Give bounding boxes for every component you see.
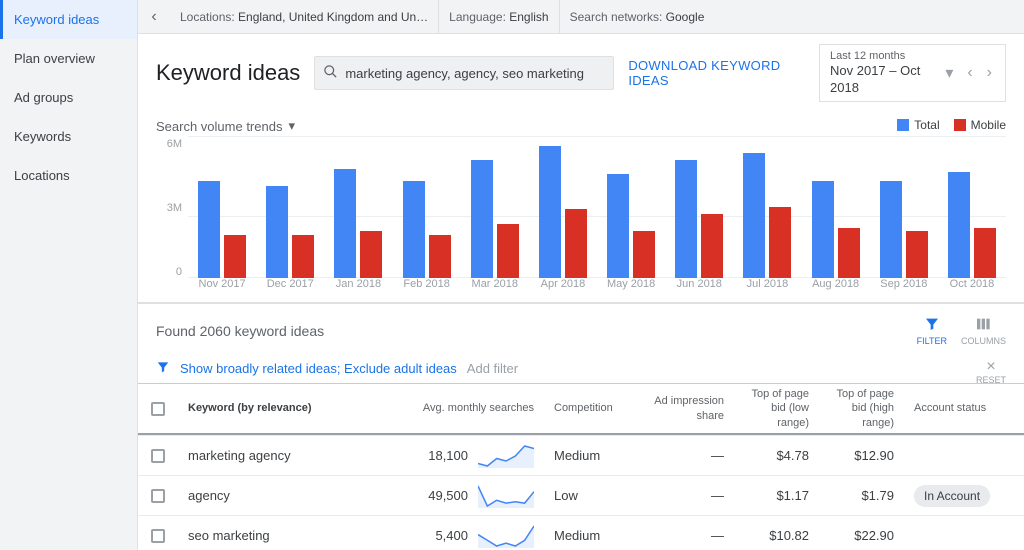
cell-avg-monthly-searches: 49,500 <box>394 484 544 508</box>
cell-keyword: marketing agency <box>178 448 394 463</box>
col-avg-monthly-searches[interactable]: Avg. monthly searches <box>394 401 544 415</box>
col-impression-share[interactable]: Ad impression share <box>634 394 734 423</box>
caret-down-icon: ▾ <box>288 118 295 134</box>
search-icon <box>315 64 345 83</box>
sidebar-item-plan-overview[interactable]: Plan overview <box>0 39 137 78</box>
cell-competition: Medium <box>544 448 634 463</box>
funnel-icon <box>156 360 170 377</box>
networks-value: Google <box>666 10 705 24</box>
cell-competition: Low <box>544 488 634 503</box>
close-icon: × <box>976 359 1006 375</box>
results-count-text: Found 2060 keyword ideas <box>156 323 324 339</box>
col-bid-high[interactable]: Top of page bid (high range) <box>819 387 904 430</box>
cell-bid-low: $1.17 <box>734 488 819 503</box>
download-keyword-ideas-button[interactable]: DOWNLOAD KEYWORD IDEAS <box>628 58 805 88</box>
table-header-row: Keyword (by relevance) Avg. monthly sear… <box>138 383 1024 435</box>
locations-label: Locations: <box>180 10 235 24</box>
chart-y-axis: 6M3M0 <box>156 136 188 296</box>
cell-impression-share: — <box>634 488 734 503</box>
cell-keyword: agency <box>178 488 394 503</box>
add-filter-button[interactable]: Add filter <box>467 361 518 376</box>
date-range-value: Nov 2017 – Oct 2018 <box>830 63 934 97</box>
columns-label: COLUMNS <box>961 336 1006 346</box>
page-header: Keyword ideas DOWNLOAD KEYWORD IDEAS Las… <box>138 34 1024 112</box>
columns-button[interactable]: COLUMNS <box>961 316 1006 346</box>
table-row[interactable]: agency49,500Low—$1.17$1.79 In Account <box>138 475 1024 515</box>
sidebar: Keyword ideasPlan overviewAd groupsKeywo… <box>0 0 138 550</box>
table-row[interactable]: seo marketing5,400Medium—$10.82$22.90 <box>138 515 1024 550</box>
locations-value: England, United Kingdom and Un… <box>238 10 428 24</box>
cell-bid-high: $22.90 <box>819 528 904 543</box>
table-row[interactable]: marketing agency18,100Medium—$4.78$12.90 <box>138 435 1024 475</box>
col-keyword[interactable]: Keyword (by relevance) <box>178 401 394 415</box>
page-title: Keyword ideas <box>156 60 300 86</box>
language-crumb[interactable]: Language: English <box>439 0 559 34</box>
legend-mobile: Mobile <box>971 118 1006 132</box>
cell-avg-monthly-searches: 18,100 <box>394 444 544 468</box>
cell-impression-share: — <box>634 528 734 543</box>
sidebar-item-ad-groups[interactable]: Ad groups <box>0 78 137 117</box>
date-range-label: Last 12 months <box>830 49 934 63</box>
networks-label: Search networks: <box>570 10 663 24</box>
trends-label: Search volume trends <box>156 119 282 134</box>
date-prev-icon[interactable]: ‹ <box>964 64 975 82</box>
filter-chip[interactable]: Show broadly related ideas; Exclude adul… <box>180 361 457 376</box>
cell-bid-low: $4.78 <box>734 448 819 463</box>
funnel-icon <box>917 316 947 336</box>
cell-bid-low: $10.82 <box>734 528 819 543</box>
date-range-picker[interactable]: Last 12 months Nov 2017 – Oct 2018 ▾ ‹ › <box>819 44 1006 102</box>
cell-competition: Medium <box>544 528 634 543</box>
date-next-icon[interactable]: › <box>984 64 995 82</box>
row-checkbox[interactable] <box>151 449 165 463</box>
select-all-checkbox[interactable] <box>151 402 165 416</box>
back-chevron-icon[interactable]: ‹ <box>138 8 170 26</box>
row-checkbox[interactable] <box>151 529 165 543</box>
sidebar-item-keyword-ideas[interactable]: Keyword ideas <box>0 0 137 39</box>
row-checkbox[interactable] <box>151 489 165 503</box>
keyword-search-box[interactable] <box>314 56 614 90</box>
in-account-badge: In Account <box>914 485 990 507</box>
filter-button[interactable]: FILTER <box>917 316 947 346</box>
cell-impression-share: — <box>634 448 734 463</box>
col-account-status[interactable]: Account status <box>904 401 1024 415</box>
top-context-bar: ‹ Locations: England, United Kingdom and… <box>138 0 1024 34</box>
cell-avg-monthly-searches: 5,400 <box>394 524 544 548</box>
trends-dropdown[interactable]: Search volume trends ▾ <box>156 112 295 136</box>
language-label: Language: <box>449 10 506 24</box>
cell-bid-high: $1.79 <box>819 488 904 503</box>
sidebar-item-locations[interactable]: Locations <box>0 156 137 195</box>
dropdown-caret-icon[interactable]: ▾ <box>942 63 956 83</box>
chart-x-axis: Nov 2017Dec 2017Jan 2018Feb 2018Mar 2018… <box>188 278 1006 296</box>
keyword-search-input[interactable] <box>345 66 613 81</box>
col-bid-low[interactable]: Top of page bid (low range) <box>734 387 819 430</box>
cell-account-status: In Account <box>904 485 1024 507</box>
keyword-table: Keyword (by relevance) Avg. monthly sear… <box>138 383 1024 550</box>
legend-total: Total <box>914 118 939 132</box>
cell-keyword: seo marketing <box>178 528 394 543</box>
reset-filters-button[interactable]: × RESET <box>976 359 1006 385</box>
locations-crumb[interactable]: Locations: England, United Kingdom and U… <box>170 0 439 34</box>
active-filters-bar: Show broadly related ideas; Exclude adul… <box>138 354 1024 383</box>
networks-crumb[interactable]: Search networks: Google <box>560 0 715 34</box>
sidebar-item-keywords[interactable]: Keywords <box>0 117 137 156</box>
search-volume-chart: Total Mobile 6M3M0 Nov 2017Dec 2017Jan 2… <box>156 136 1006 296</box>
chart-legend: Total Mobile <box>897 118 1006 132</box>
cell-bid-high: $12.90 <box>819 448 904 463</box>
chart-plot: Nov 2017Dec 2017Jan 2018Feb 2018Mar 2018… <box>188 136 1006 296</box>
language-value: English <box>509 10 548 24</box>
columns-icon <box>961 316 1006 336</box>
filter-label: FILTER <box>917 336 947 346</box>
col-competition[interactable]: Competition <box>544 401 634 415</box>
